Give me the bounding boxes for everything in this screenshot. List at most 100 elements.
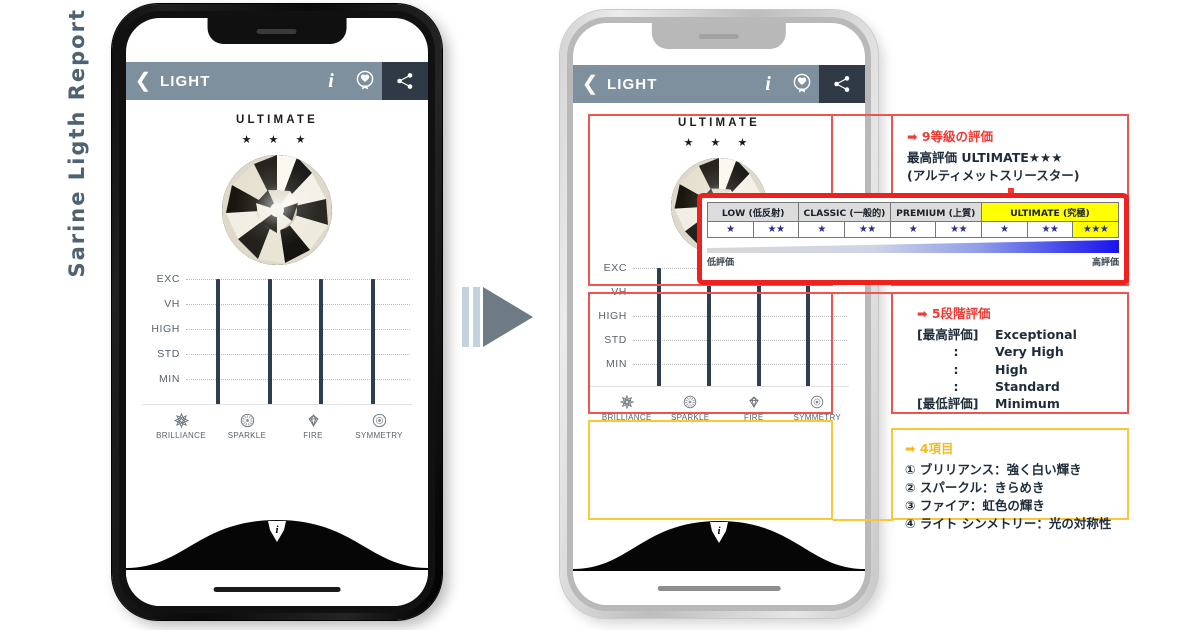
annotation-box-levels: ➡ 5段階評価 [最高評価] Exceptional : Very High :… — [891, 292, 1129, 414]
back-chevron-icon[interactable]: ❮ — [126, 71, 160, 91]
level-row-standard: : Standard — [917, 378, 1077, 395]
sparkle-dotted-circle-icon — [214, 412, 280, 428]
share-button-right[interactable] — [819, 65, 865, 103]
ytick-std-right: STD — [604, 334, 627, 346]
info-icon-left[interactable]: i — [314, 70, 348, 93]
grade-gradient-wedge — [707, 240, 1119, 253]
app-content-right: ULTIMATE ★ ★ ★ EXC VH HIGH STD MIN BRILL… — [573, 103, 865, 605]
home-indicator-left — [213, 587, 341, 592]
grade-cell-8: ★★ — [1026, 221, 1074, 238]
annotation-box-items: ➡ 4項目 ① ブリリアンス：強く白い輝き ② スパークル：きらめき ③ ファイ… — [891, 428, 1129, 531]
grading-table-header-row: LOW (低反射) CLASSIC (一般的) PREMIUM (上質) ULT… — [706, 202, 1120, 222]
ytick-high: HIGH — [151, 323, 180, 335]
chart-legend-right: BRILLIANCE SPARKLE FIRE SYMMETRY — [595, 394, 849, 422]
quality-chart-left: EXC VH HIGH STD MIN — [140, 273, 414, 405]
annotation-levels-heading: ➡ 5段階評価 — [917, 306, 991, 321]
phone-notch-left — [207, 18, 347, 44]
legend-label-symmetry: SYMMETRY — [355, 431, 403, 440]
annotation-grade-line1: 最高評価 ULTIMATE★★★ — [907, 150, 1063, 165]
annotation-grade-heading: ➡ 9等級の評価 — [907, 129, 994, 144]
app-title-right: LIGHT — [607, 75, 658, 93]
phone-notch-right — [651, 23, 787, 49]
flow-bar-1 — [462, 287, 469, 347]
chart-baseline — [142, 404, 412, 405]
info-icon-glyph-right: i — [765, 72, 771, 95]
app-header-left: ❮ LIGHT i — [126, 62, 428, 100]
level-row-minimum: [最低評価] Minimum — [917, 395, 1077, 412]
gridline-min-right — [633, 364, 847, 365]
item-row-3: ③ ファイア：虹色の輝き — [905, 498, 1045, 514]
bar-brilliance — [216, 279, 220, 405]
level-value-5: Minimum — [995, 396, 1060, 411]
home-indicator-right — [657, 586, 781, 591]
gridline-std — [186, 354, 410, 355]
legend-label-sparkle-right: SPARKLE — [671, 413, 710, 422]
gridline-vh — [186, 304, 410, 305]
bottom-info-diamond-right[interactable]: i — [708, 519, 730, 545]
report-title-text: Sarine Ligth Report — [65, 8, 89, 278]
grade-group-classic: CLASSIC (一般的) — [798, 202, 891, 222]
app-title-left: LIGHT — [160, 72, 211, 90]
app-header-right: ❮ LIGHT i — [573, 65, 865, 103]
ytick-min-right: MIN — [605, 358, 627, 370]
bar-fire-right — [757, 268, 761, 387]
legend-item-brilliance: BRILLIANCE — [148, 412, 214, 440]
connector-grade — [833, 114, 893, 116]
grade-cell-4: ★★ — [843, 221, 891, 238]
grade-cell-3: ★ — [798, 221, 845, 238]
fire-diamond-icon-right — [722, 394, 786, 410]
level-key-3: : — [953, 361, 959, 377]
earpiece-speaker-right — [699, 33, 739, 39]
medal-icon-left[interactable] — [348, 70, 382, 92]
ytick-std: STD — [157, 348, 180, 360]
legend-label-fire: FIRE — [303, 431, 323, 440]
legend-item-fire: FIRE — [280, 412, 346, 440]
flow-bar-2 — [473, 287, 480, 347]
grade-cell-2: ★★ — [752, 221, 800, 238]
brilliance-starburst-icon — [148, 412, 214, 428]
grade-group-ultimate: ULTIMATE (究極) — [980, 202, 1120, 222]
chart-baseline-right — [589, 386, 849, 387]
bar-fire — [319, 279, 323, 405]
grade-stars-right: ★ ★ ★ — [683, 137, 755, 149]
ytick-vh: VH — [164, 298, 180, 310]
ytick-high-right: HIGH — [598, 310, 627, 322]
grade-group-premium: PREMIUM (上質) — [889, 202, 982, 222]
level-row-veryhigh: : Very High — [917, 343, 1077, 360]
level-key-4: : — [953, 378, 959, 394]
legend-item-symmetry: SYMMETRY — [346, 412, 412, 440]
bar-sparkle — [268, 279, 272, 405]
bottom-info-diamond-left[interactable]: i — [266, 518, 288, 544]
annotation-grade-line2: (アルティメットスリースター) — [907, 168, 1080, 184]
ytick-min: MIN — [158, 373, 180, 385]
grade-cell-9: ★★★ — [1072, 221, 1119, 238]
grade-word-right: ULTIMATE — [677, 117, 761, 129]
grade-cell-5: ★ — [889, 221, 937, 238]
symmetry-target-icon-right — [786, 394, 850, 410]
grade-cell-1: ★ — [707, 221, 754, 238]
back-chevron-icon-right[interactable]: ❮ — [573, 74, 607, 94]
info-icon-right[interactable]: i — [751, 73, 785, 96]
phone-screen-left: ❮ LIGHT i ULTIMATE ★ ★ ★ EXC VH HIGH STD… — [126, 18, 428, 606]
scale-low-label: 低評価 — [707, 258, 735, 268]
legend-label-sparkle: SPARKLE — [227, 431, 267, 440]
grade-stars-left: ★ ★ ★ — [241, 134, 313, 146]
level-value-4: Standard — [995, 378, 1060, 394]
brilliance-starburst-icon-right — [595, 394, 659, 410]
gridline-std-right — [633, 340, 847, 341]
medal-icon-right[interactable] — [785, 73, 819, 95]
diamond-photo-left — [222, 155, 332, 265]
ytick-exc-right: EXC — [603, 262, 627, 274]
level-value-1: Exceptional — [995, 327, 1077, 342]
grading-table-stars-row: ★ ★★ ★ ★★ ★ ★★ ★ ★★ ★★★ — [707, 221, 1119, 238]
grade-cell-6: ★★ — [935, 221, 982, 238]
bar-brilliance-right — [657, 268, 661, 387]
level-key-5: [最低評価] — [917, 396, 979, 411]
sparkle-dotted-circle-icon-right — [659, 394, 723, 410]
share-button-left[interactable] — [382, 62, 428, 100]
fire-diamond-icon — [280, 412, 346, 428]
legend-item-sparkle: SPARKLE — [214, 412, 280, 440]
gridline-min — [186, 379, 410, 380]
legend-item-sparkle-right: SPARKLE — [659, 394, 723, 422]
connector-levels — [833, 292, 893, 294]
